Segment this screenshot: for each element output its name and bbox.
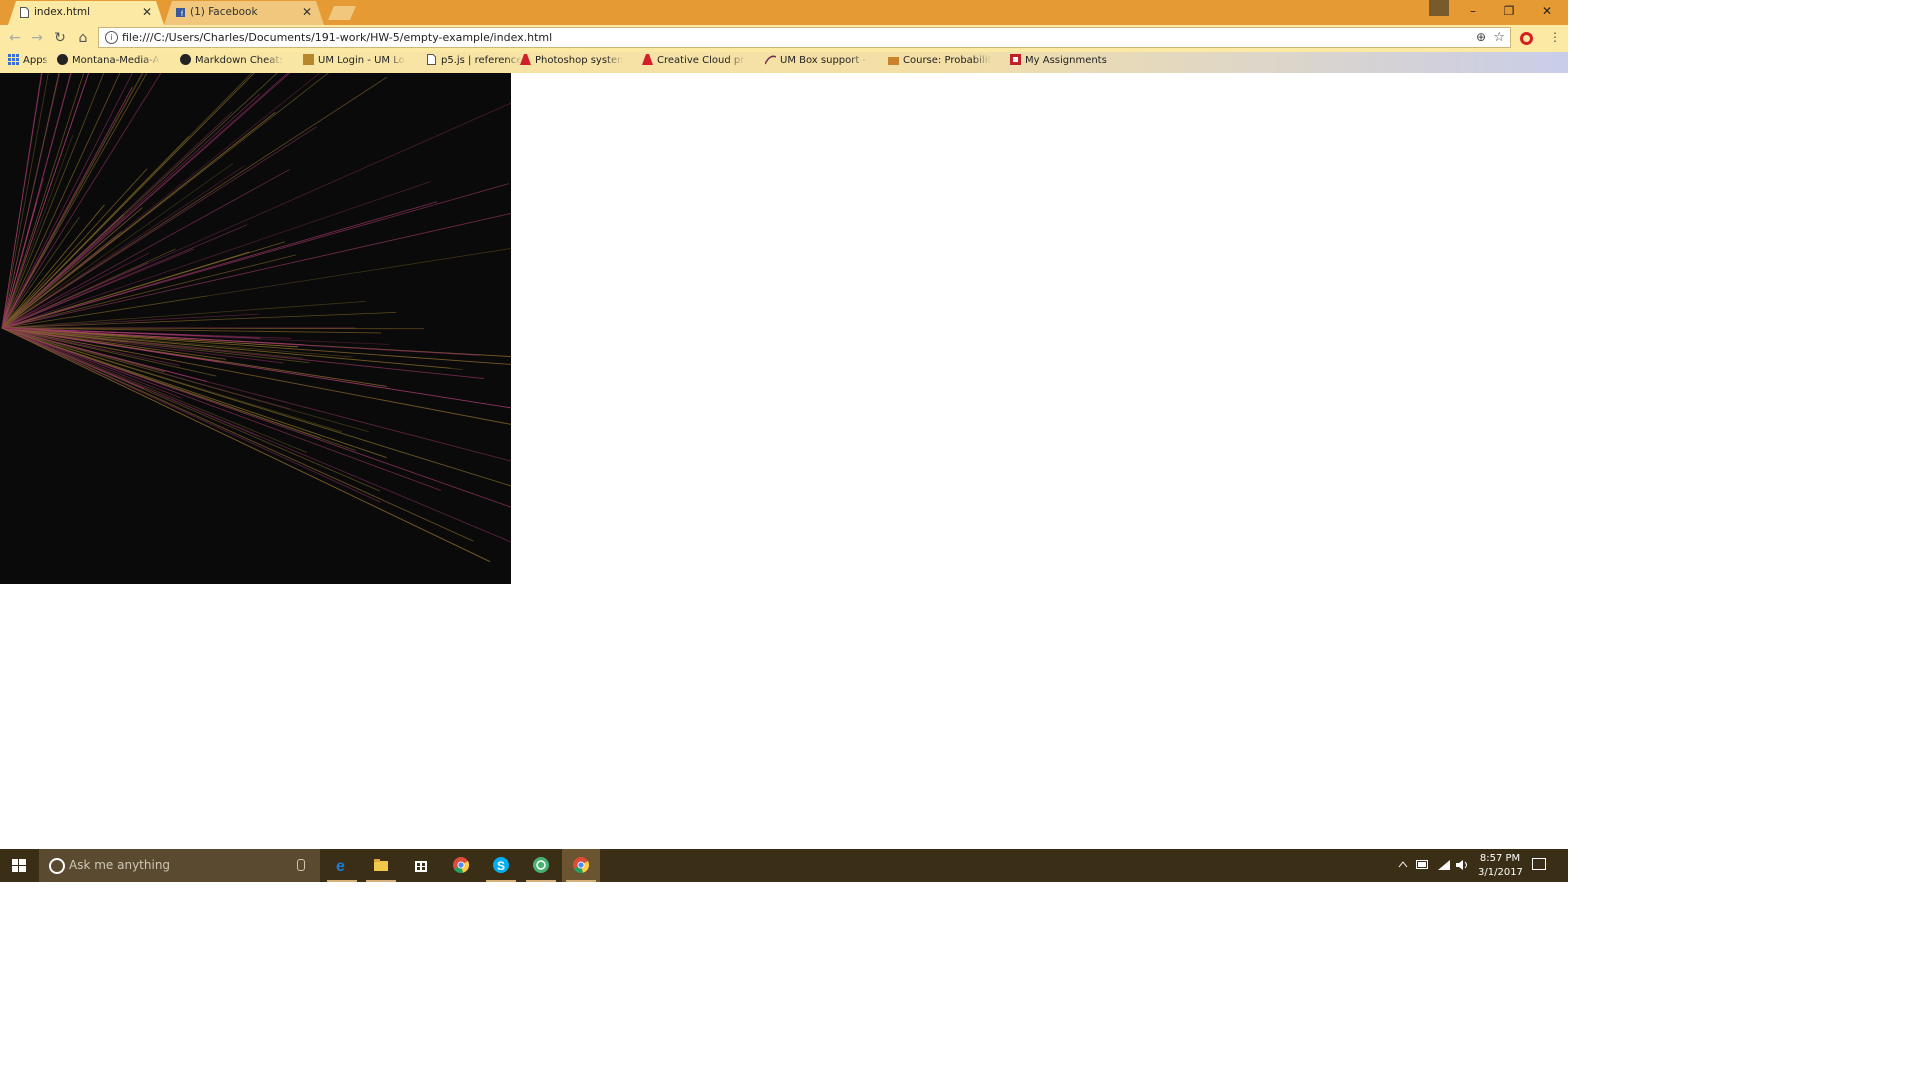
box-icon [765, 55, 776, 65]
tab-close-icon[interactable]: ✕ [302, 1, 312, 23]
bookmark-label: p5.js | reference [441, 55, 523, 66]
clock[interactable]: 8:57 PM 3/1/2017 [1478, 852, 1523, 880]
github-icon [180, 54, 191, 65]
volume-icon[interactable] [1455, 859, 1469, 871]
adobe-icon [642, 54, 653, 65]
bookmark-um-login[interactable]: UM Login - UM Login [303, 52, 406, 73]
home-button[interactable]: ⌂ [75, 30, 91, 46]
battery-icon[interactable] [1416, 860, 1430, 870]
running-indicator [327, 880, 357, 882]
taskbar-file-explorer[interactable] [362, 849, 400, 882]
edge-icon: e [336, 858, 345, 873]
running-indicator [526, 880, 556, 882]
bookmark-label: UM Box support - Info [780, 55, 868, 66]
start-button[interactable] [0, 849, 38, 882]
adobe-icon [520, 54, 531, 65]
bookmark-label: Photoshop system re [535, 55, 623, 66]
bookmark-label: UM Login - UM Login [318, 55, 406, 66]
store-icon [415, 861, 427, 872]
svg-text:S: S [497, 859, 505, 873]
bookmarks-bar: Apps Montana-Media-Arts Markdown Cheatsh… [0, 52, 1568, 73]
page-icon [427, 54, 436, 65]
apps-grid-icon [8, 54, 19, 65]
windows-taskbar: Ask me anything e S 8:57 PM 3/1/2017 [0, 849, 1568, 882]
running-indicator [366, 880, 396, 882]
search-placeholder: Ask me anything [69, 858, 171, 872]
page-content [0, 73, 1568, 849]
clock-date: 3/1/2017 [1478, 867, 1523, 878]
bookmark-label: Apps [23, 55, 48, 66]
chrome-icon [453, 857, 469, 873]
restore-button[interactable]: ❐ [1491, 0, 1527, 22]
cortana-icon [49, 858, 65, 874]
bookmark-photoshop-system[interactable]: Photoshop system re [520, 52, 623, 73]
microphone-icon[interactable] [297, 859, 305, 871]
file-explorer-icon [374, 859, 388, 871]
bookmark-label: My Assignments [1025, 55, 1107, 66]
bookmark-creative-cloud-pricing[interactable]: Creative Cloud pricing [642, 52, 745, 73]
bookmark-my-assignments[interactable]: My Assignments [1010, 52, 1107, 73]
bookmark-apps[interactable]: Apps [8, 52, 48, 73]
reload-button[interactable]: ↻ [52, 30, 68, 46]
bookmark-label: Markdown Cheatsheet [195, 55, 283, 66]
um-icon [303, 54, 314, 65]
app-green-icon [533, 857, 549, 873]
opera-extension-icon[interactable] [1520, 32, 1533, 45]
url-text[interactable]: file:///C:/Users/Charles/Documents/191-w… [122, 28, 552, 47]
tab-index-html[interactable]: index.html ✕ [8, 1, 164, 25]
tab-facebook[interactable]: f (1) Facebook ✕ [164, 1, 324, 25]
bookmark-course-probability[interactable]: Course: Probability an [888, 52, 991, 73]
running-indicator [566, 880, 596, 882]
action-center-icon[interactable] [1532, 858, 1546, 870]
taskbar-edge[interactable]: e [323, 849, 361, 882]
title-bar: index.html ✕ f (1) Facebook ✕ – ❐ ✕ [0, 0, 1568, 25]
tab-close-icon[interactable]: ✕ [142, 1, 152, 23]
zoom-icon[interactable]: ⊕ [1476, 28, 1486, 47]
bookmark-markdown-cheatsheet[interactable]: Markdown Cheatsheet [180, 52, 283, 73]
taskbar-chrome-active[interactable] [562, 849, 600, 882]
chevron-up-icon[interactable] [1398, 860, 1408, 868]
taskbar-chrome[interactable] [442, 849, 480, 882]
taskbar-store[interactable] [402, 849, 440, 882]
p5-sketch-canvas[interactable] [0, 73, 511, 584]
bookmark-montana-media-arts[interactable]: Montana-Media-Arts [57, 52, 160, 73]
bookmark-um-box-support[interactable]: UM Box support - Info [765, 52, 868, 73]
cortana-search-box[interactable]: Ask me anything [39, 849, 320, 882]
running-indicator [486, 880, 516, 882]
svg-text:f: f [181, 9, 183, 18]
bookmark-label: Creative Cloud pricing [657, 55, 745, 66]
forward-button[interactable]: → [29, 30, 45, 46]
tab-title: (1) Facebook [190, 6, 258, 18]
taskbar-green-app[interactable] [522, 849, 560, 882]
back-button[interactable]: ← [7, 30, 23, 46]
skype-icon: S [493, 857, 509, 873]
info-icon[interactable]: i [105, 31, 118, 44]
close-window-button[interactable]: ✕ [1529, 0, 1565, 22]
bookmark-label: Montana-Media-Arts [72, 55, 160, 66]
new-tab-button[interactable] [328, 6, 356, 20]
windows-logo-icon [12, 859, 26, 872]
menu-icon[interactable]: ⋮ [1549, 30, 1561, 44]
github-icon [57, 54, 68, 65]
profile-button[interactable] [1429, 0, 1449, 16]
bookmark-p5js-reference[interactable]: p5.js | reference [426, 52, 522, 73]
address-bar[interactable]: i file:///C:/Users/Charles/Documents/191… [98, 27, 1511, 48]
bookmark-label: Course: Probability an [903, 55, 991, 66]
moodle-icon [888, 57, 899, 65]
bookmark-star-icon[interactable]: ☆ [1493, 28, 1505, 47]
browser-toolbar: ← → ↻ ⌂ i file:///C:/Users/Charles/Docum… [0, 25, 1568, 52]
facebook-icon: f [176, 7, 185, 18]
tab-title: index.html [34, 6, 90, 18]
assignments-icon [1010, 54, 1021, 65]
page-icon [20, 7, 29, 18]
minimize-button[interactable]: – [1455, 0, 1491, 22]
chrome-active-icon [573, 857, 589, 873]
wifi-icon[interactable] [1437, 859, 1451, 871]
svg-text:e: e [336, 858, 345, 873]
clock-time: 8:57 PM [1479, 853, 1521, 864]
taskbar-skype[interactable]: S [482, 849, 520, 882]
